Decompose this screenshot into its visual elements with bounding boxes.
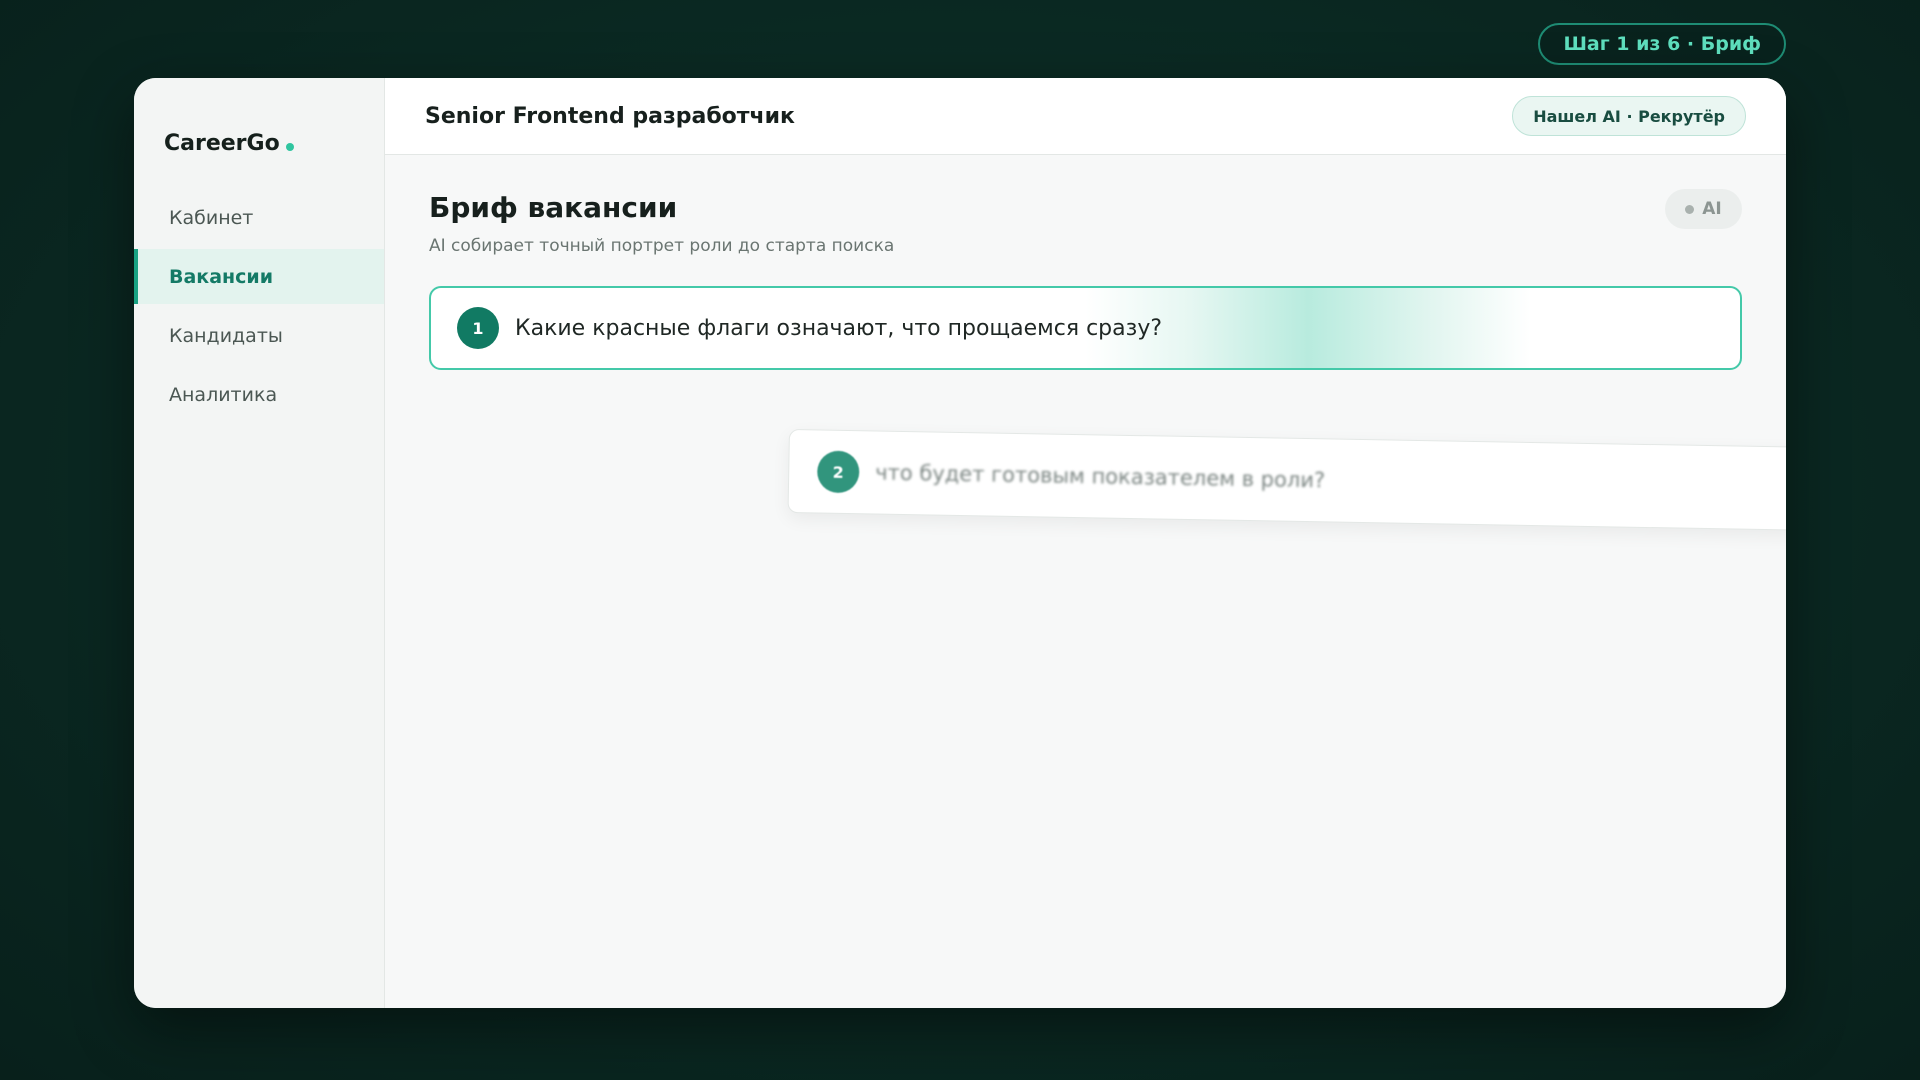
brief-title: Бриф вакансии [429,191,678,224]
brand-logo: CareerGo [134,78,384,174]
brief-content: Бриф вакансии AI собирает точный портрет… [385,155,1786,1008]
ai-status-chip: AI [1665,189,1742,229]
question-card-next[interactable]: 2 что будет готовым показателем в роли? [787,429,1786,531]
question-card-active[interactable]: 1 Какие красные флаги означают, что прощ… [429,286,1742,370]
app-window: CareerGo Кабинет Вакансии Кандидаты Анал… [134,78,1786,1008]
status-dot-icon [1685,204,1695,214]
sidebar: CareerGo Кабинет Вакансии Кандидаты Анал… [134,78,385,1008]
sidebar-item-analytics[interactable]: Аналитика [134,367,384,422]
job-title: Senior Frontend разработчик [425,103,795,129]
brief-header: Бриф вакансии AI собирает точный портрет… [429,189,1742,256]
question-text: Какие красные флаги означают, что прощае… [515,315,1163,341]
brief-subtitle: AI собирает точный портрет роли до старт… [429,236,895,256]
ai-recruiter-badge[interactable]: Нашел AI · Рекрутёр [1512,96,1746,136]
question-number: 1 [457,307,499,349]
brand-dot-icon [285,143,294,151]
question-number: 2 [816,450,860,494]
sidebar-item-vacancies[interactable]: Вакансии [134,249,384,304]
sidebar-nav: Кабинет Вакансии Кандидаты Аналитика [134,190,384,422]
question-text: что будет готовым показателем в роли? [875,460,1326,493]
ai-chip-label: AI [1702,199,1722,219]
topbar: Senior Frontend разработчик Нашел AI · Р… [385,78,1786,155]
sidebar-item-candidates[interactable]: Кандидаты [134,308,384,363]
sidebar-item-cabinet[interactable]: Кабинет [134,190,384,245]
step-indicator: Шаг 1 из 6 · Бриф [1538,23,1786,65]
main-area: Senior Frontend разработчик Нашел AI · Р… [385,78,1786,1008]
brand-name: CareerGo [164,130,280,156]
